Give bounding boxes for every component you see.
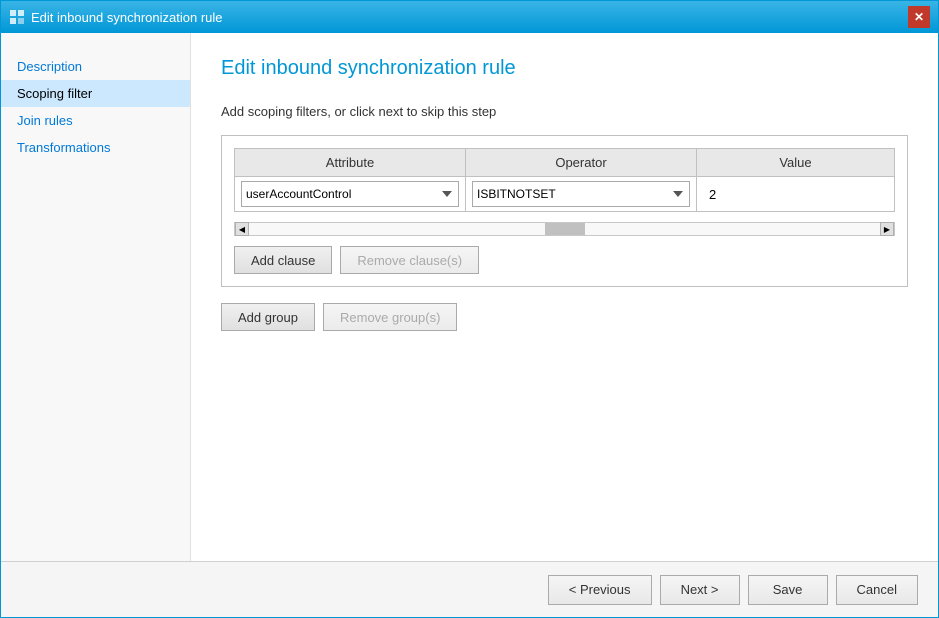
add-clause-button[interactable]: Add clause <box>234 246 332 274</box>
add-group-button[interactable]: Add group <box>221 303 315 331</box>
table-row: userAccountControl ISBITNOTSET <box>235 177 895 212</box>
window-title: Edit inbound synchronization rule <box>31 10 223 25</box>
cancel-button[interactable]: Cancel <box>836 575 918 605</box>
scroll-right-arrow[interactable]: ▶ <box>880 222 894 236</box>
value-input[interactable] <box>705 181 886 207</box>
group-buttons: Add group Remove group(s) <box>221 303 908 331</box>
operator-cell: ISBITNOTSET <box>466 177 697 212</box>
app-icon <box>9 9 25 25</box>
scrollbar-track <box>249 223 880 235</box>
save-button[interactable]: Save <box>748 575 828 605</box>
clause-buttons: Add clause Remove clause(s) <box>234 246 895 274</box>
main-window: Edit inbound synchronization rule ✕ Desc… <box>0 0 939 618</box>
sidebar-item-transformations[interactable]: Transformations <box>1 134 190 161</box>
remove-groups-button[interactable]: Remove group(s) <box>323 303 457 331</box>
footer: < Previous Next > Save Cancel <box>1 561 938 617</box>
main-content: Description Scoping filter Join rules Tr… <box>1 33 938 561</box>
filter-group-container: Attribute Operator Value userAccountCont… <box>221 135 908 287</box>
scrollbar-thumb <box>545 223 585 235</box>
sidebar: Description Scoping filter Join rules Tr… <box>1 33 191 561</box>
column-header-value: Value <box>697 149 895 177</box>
remove-clauses-button[interactable]: Remove clause(s) <box>340 246 479 274</box>
horizontal-scrollbar[interactable]: ◀ ▶ <box>234 222 895 236</box>
attribute-select[interactable]: userAccountControl <box>241 181 459 207</box>
next-button[interactable]: Next > <box>660 575 740 605</box>
column-header-operator: Operator <box>466 149 697 177</box>
title-bar: Edit inbound synchronization rule ✕ <box>1 1 938 33</box>
sidebar-item-scoping-filter[interactable]: Scoping filter <box>1 80 190 107</box>
column-header-attribute: Attribute <box>235 149 466 177</box>
content-area: Edit inbound synchronization rule Add sc… <box>191 33 938 561</box>
sidebar-item-join-rules[interactable]: Join rules <box>1 107 190 134</box>
filter-table: Attribute Operator Value userAccountCont… <box>234 148 895 212</box>
attribute-cell: userAccountControl <box>235 177 466 212</box>
previous-button[interactable]: < Previous <box>548 575 652 605</box>
scroll-left-arrow[interactable]: ◀ <box>235 222 249 236</box>
instruction-text: Add scoping filters, or click next to sk… <box>221 104 908 119</box>
value-cell <box>697 177 895 212</box>
title-bar-left: Edit inbound synchronization rule <box>9 9 223 25</box>
close-button[interactable]: ✕ <box>908 6 930 28</box>
page-title: Edit inbound synchronization rule <box>221 57 908 80</box>
sidebar-item-description[interactable]: Description <box>1 53 190 80</box>
operator-select[interactable]: ISBITNOTSET <box>472 181 690 207</box>
